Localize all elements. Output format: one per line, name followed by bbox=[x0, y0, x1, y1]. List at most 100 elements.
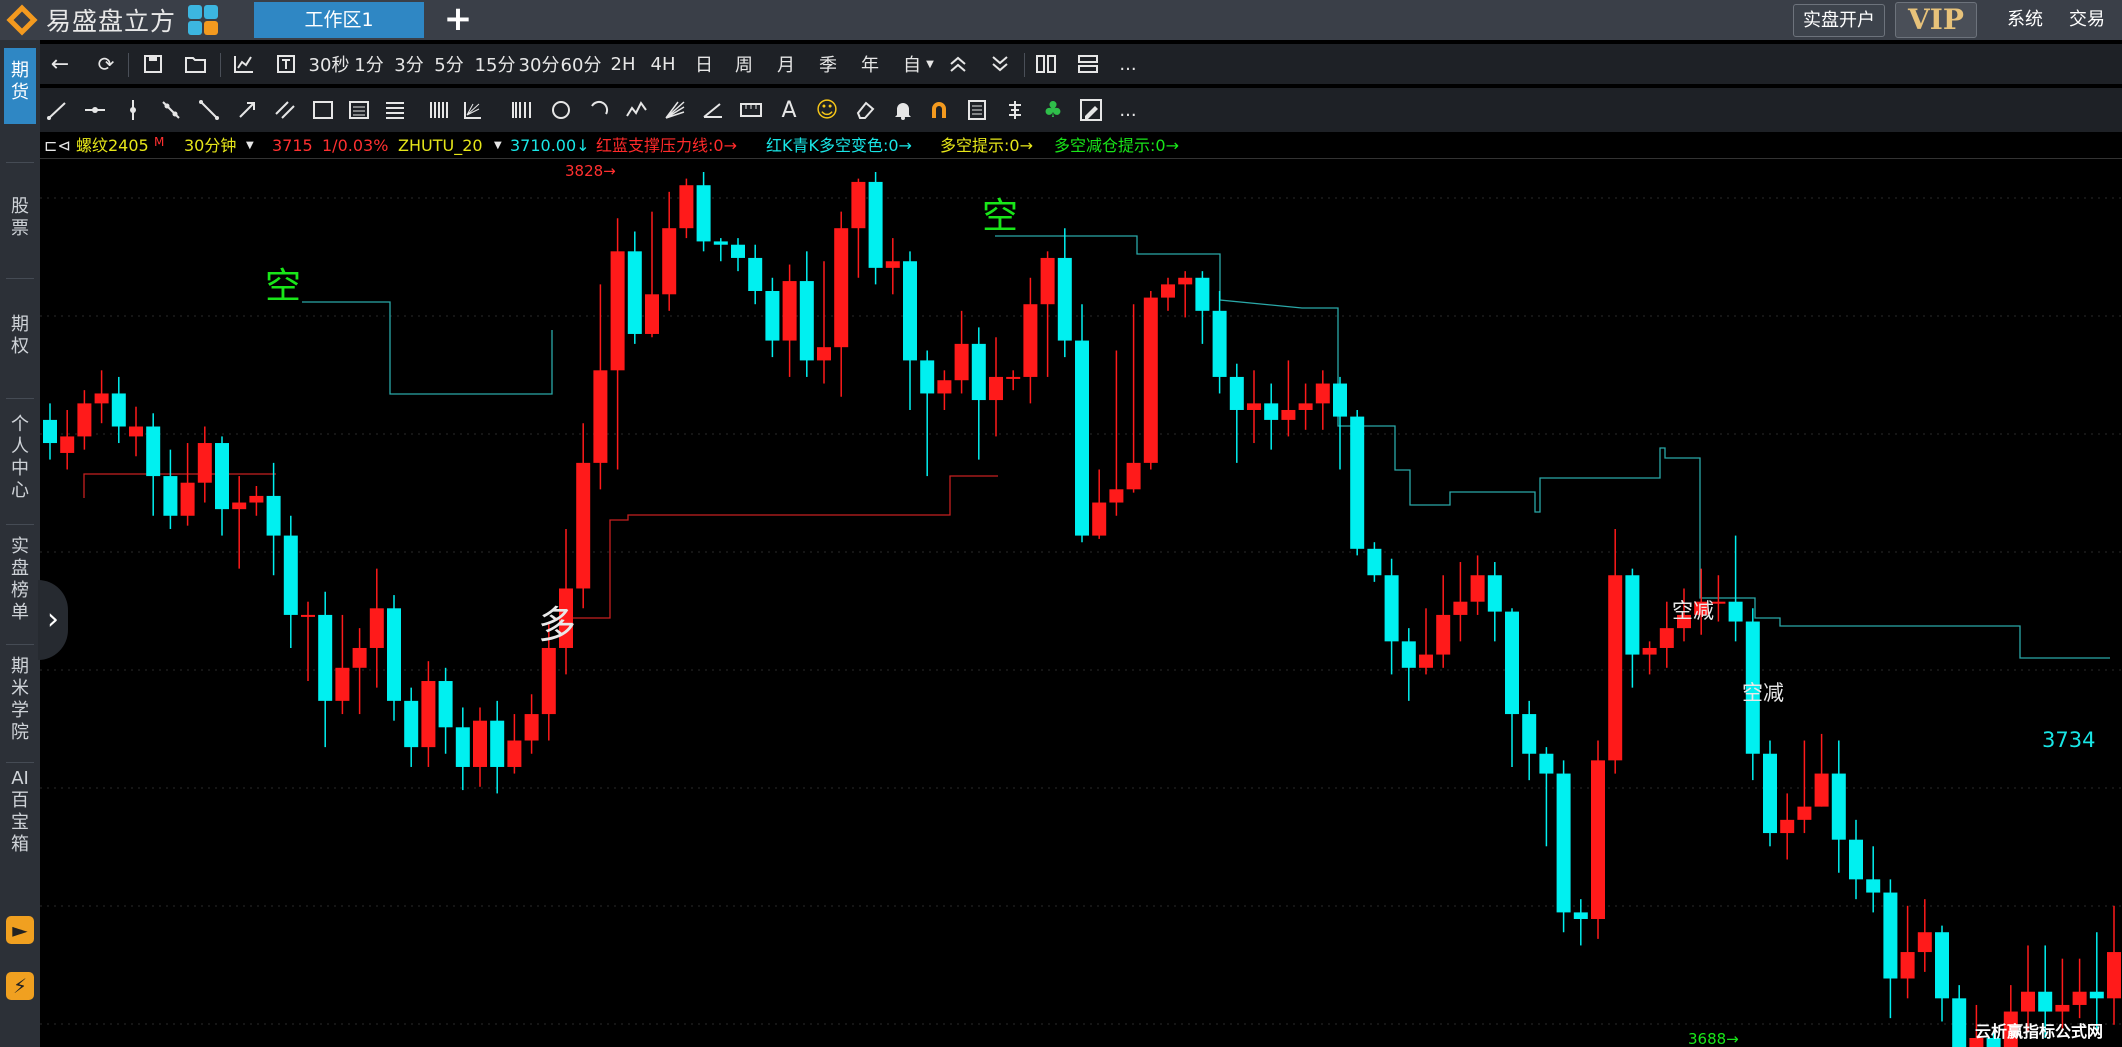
candle-body bbox=[180, 482, 195, 516]
draw-gann-icon[interactable] bbox=[460, 88, 486, 132]
period-1m-button[interactable]: 1分 bbox=[352, 44, 386, 84]
candle-body bbox=[232, 502, 247, 510]
align-center-icon[interactable] bbox=[1002, 88, 1028, 132]
workspace-tab[interactable]: 工作区1 bbox=[254, 2, 424, 38]
period-30m-button[interactable]: 30分 bbox=[518, 44, 560, 84]
text-template-icon[interactable] bbox=[274, 44, 298, 84]
refresh-icon[interactable]: ⟳ bbox=[92, 44, 120, 84]
draw-horizontal-line-icon[interactable] bbox=[82, 88, 108, 132]
indicator-chart-icon[interactable] bbox=[230, 44, 258, 84]
period-2h-button[interactable]: 2H bbox=[606, 44, 640, 84]
sidebar-tab-label: 期米学院 bbox=[11, 656, 29, 743]
draw-circle-icon[interactable] bbox=[548, 88, 574, 132]
add-workspace-button[interactable]: + bbox=[440, 2, 476, 38]
period-custom-button[interactable]: 自 bbox=[898, 44, 926, 84]
edit-image-icon[interactable] bbox=[1078, 88, 1104, 132]
draw-price-range-icon[interactable] bbox=[346, 88, 372, 132]
draw-fan-lines-icon[interactable] bbox=[662, 88, 688, 132]
zoom-in-chevrons-icon[interactable] bbox=[944, 44, 972, 84]
sidebar-tab-ai-toolbox[interactable]: AI百宝箱 bbox=[4, 768, 36, 898]
draw-angle-icon[interactable] bbox=[700, 88, 726, 132]
draw-wave-icon[interactable] bbox=[624, 88, 650, 132]
candle-body bbox=[645, 294, 659, 334]
caret-down-icon[interactable]: ▼ bbox=[924, 44, 936, 84]
draw-vertical-line-icon[interactable] bbox=[120, 88, 146, 132]
trade-menu[interactable]: 交易 bbox=[2069, 0, 2105, 40]
candle-body bbox=[1401, 641, 1416, 668]
period-4h-button[interactable]: 4H bbox=[646, 44, 680, 84]
caret-down-icon[interactable]: ▼ bbox=[494, 134, 502, 158]
sidebar-tab-label: 期货 bbox=[11, 60, 29, 103]
live-replay-icon[interactable]: ► bbox=[6, 916, 34, 944]
calculator-icon[interactable] bbox=[964, 88, 990, 132]
period-year-button[interactable]: 年 bbox=[856, 44, 884, 84]
period-day-button[interactable]: 日 bbox=[690, 44, 718, 84]
period-15m-button[interactable]: 15分 bbox=[474, 44, 516, 84]
period-3m-button[interactable]: 3分 bbox=[392, 44, 426, 84]
draw-ruler-icon[interactable] bbox=[738, 88, 764, 132]
zoom-out-chevrons-icon[interactable] bbox=[986, 44, 1014, 84]
save-icon[interactable] bbox=[140, 44, 166, 84]
draw-parallel-channel-icon[interactable] bbox=[272, 88, 298, 132]
sidebar-tab-personal-center[interactable]: 个人中心 bbox=[4, 414, 36, 514]
draw-arc-icon[interactable] bbox=[586, 88, 612, 132]
sidebar-tab-options[interactable]: 期权 bbox=[4, 314, 36, 390]
candle-body bbox=[1419, 654, 1433, 668]
chart-toolbar: ← ⟳ 30秒 1分 3分 5分 15分 30分 60分 2H 4H 日 周 月… bbox=[40, 44, 2122, 84]
symbol-name[interactable]: 螺纹2405 bbox=[76, 134, 149, 158]
candle-body bbox=[1763, 753, 1777, 834]
candle-body bbox=[1453, 601, 1468, 615]
tag-icon[interactable]: ⊏⊲ bbox=[44, 134, 71, 158]
candle-body bbox=[1608, 575, 1623, 761]
draw-trend-line-icon[interactable] bbox=[196, 88, 222, 132]
magnet-icon[interactable] bbox=[926, 88, 952, 132]
candle-body bbox=[1229, 376, 1244, 410]
period-60m-button[interactable]: 60分 bbox=[560, 44, 602, 84]
split-vertical-icon[interactable] bbox=[1032, 44, 1060, 84]
candle-body bbox=[1814, 773, 1829, 807]
open-folder-icon[interactable] bbox=[182, 44, 210, 84]
sidebar-tab-futures[interactable]: 期货 bbox=[4, 48, 36, 124]
draw-fibonacci-icon[interactable] bbox=[382, 88, 408, 132]
candle-body bbox=[1367, 548, 1382, 576]
period-month-button[interactable]: 月 bbox=[772, 44, 800, 84]
split-horizontal-icon[interactable] bbox=[1074, 44, 1102, 84]
draw-fib-time-icon[interactable] bbox=[508, 88, 534, 132]
period-selector[interactable]: 30分钟 bbox=[184, 134, 236, 158]
clover-icon[interactable]: ♣ bbox=[1040, 88, 1066, 132]
back-arrow-icon[interactable]: ← bbox=[46, 44, 74, 84]
candle-body bbox=[1642, 647, 1657, 655]
caret-down-icon[interactable]: ▼ bbox=[246, 134, 254, 158]
sidebar-tab-stocks[interactable]: 股票 bbox=[4, 196, 36, 272]
indicator-name[interactable]: ZHUTU_20 bbox=[398, 134, 483, 158]
sidebar-divider bbox=[6, 398, 34, 399]
draw-time-cycle-icon[interactable] bbox=[426, 88, 452, 132]
draw-emoji-icon[interactable]: ☺ bbox=[814, 88, 840, 132]
alert-bell-icon[interactable] bbox=[890, 88, 916, 132]
candle-body bbox=[1006, 376, 1021, 379]
eraser-icon[interactable] bbox=[852, 88, 878, 132]
low-price-label: 3688→ bbox=[1688, 1030, 1739, 1047]
flash-order-icon[interactable]: ⚡ bbox=[6, 972, 34, 1000]
open-account-button[interactable]: 实盘开户 bbox=[1793, 4, 1885, 37]
workspace-grid-icon[interactable] bbox=[186, 3, 220, 37]
candle-body bbox=[1505, 611, 1519, 715]
draw-rectangle-icon[interactable] bbox=[310, 88, 336, 132]
sidebar-tab-leaderboard[interactable]: 实盘榜单 bbox=[4, 536, 36, 636]
period-week-button[interactable]: 周 bbox=[730, 44, 758, 84]
period-quarter-button[interactable]: 季 bbox=[814, 44, 842, 84]
more-options-button[interactable]: ... bbox=[1116, 44, 1140, 84]
draw-segment-icon[interactable] bbox=[44, 88, 70, 132]
sidebar-tab-academy[interactable]: 期米学院 bbox=[4, 656, 36, 756]
draw-arrow-icon[interactable] bbox=[234, 88, 260, 132]
draw-ray-icon[interactable] bbox=[158, 88, 184, 132]
candlestick-chart[interactable]: 3828→ 3688→ 空 空 多 空减 空减 3734 bbox=[40, 158, 2122, 1047]
vip-button[interactable]: VIP bbox=[1895, 2, 1977, 38]
system-menu[interactable]: 系统 bbox=[2007, 0, 2043, 40]
period-30s-button[interactable]: 30秒 bbox=[308, 44, 350, 84]
period-5m-button[interactable]: 5分 bbox=[432, 44, 466, 84]
more-tools-button[interactable]: ... bbox=[1116, 88, 1140, 132]
draw-text-icon[interactable]: A bbox=[776, 88, 802, 132]
candle-body bbox=[352, 647, 367, 668]
price-change: 1/0.03% bbox=[322, 136, 389, 155]
